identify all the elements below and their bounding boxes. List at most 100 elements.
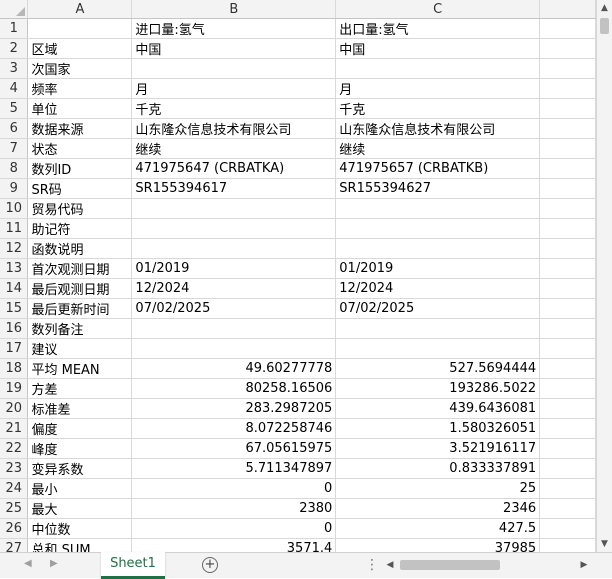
horizontal-scrollbar[interactable]: ◀ ▶ bbox=[383, 557, 591, 573]
add-sheet-button[interactable]: + bbox=[202, 557, 218, 573]
cell-d[interactable] bbox=[539, 58, 596, 79]
row-header[interactable]: 3 bbox=[0, 58, 29, 79]
row-header[interactable]: 21 bbox=[0, 418, 29, 439]
cell-a[interactable]: 首次观测日期 bbox=[27, 258, 133, 279]
column-header-a[interactable]: A bbox=[27, 0, 133, 19]
column-header-empty[interactable] bbox=[539, 0, 596, 19]
cell-d[interactable] bbox=[539, 178, 596, 199]
tab-prev-button[interactable]: ◀ bbox=[24, 558, 32, 569]
cell-c[interactable]: 37985 bbox=[335, 538, 541, 552]
cell-b[interactable]: 千克 bbox=[131, 98, 337, 119]
row-header[interactable]: 20 bbox=[0, 398, 29, 419]
cell-d[interactable] bbox=[539, 258, 596, 279]
row-header[interactable]: 11 bbox=[0, 218, 29, 239]
row-header[interactable]: 1 bbox=[0, 18, 29, 39]
row-header[interactable]: 5 bbox=[0, 98, 29, 119]
cell-c[interactable]: 01/2019 bbox=[335, 258, 541, 279]
cell-b[interactable] bbox=[131, 58, 337, 79]
cell-c[interactable] bbox=[335, 338, 541, 359]
column-header-b[interactable]: B bbox=[131, 0, 337, 19]
cell-b[interactable]: SR155394617 bbox=[131, 178, 337, 199]
cell-c[interactable]: 1.580326051 bbox=[335, 418, 541, 439]
row-header[interactable]: 24 bbox=[0, 478, 29, 499]
row-header[interactable]: 19 bbox=[0, 378, 29, 399]
cell-c[interactable]: 3.521916117 bbox=[335, 438, 541, 459]
row-header[interactable]: 23 bbox=[0, 458, 29, 479]
cell-b[interactable]: 5.711347897 bbox=[131, 458, 337, 479]
scroll-down-button[interactable]: ▼ bbox=[597, 536, 612, 552]
tab-next-button[interactable]: ▶ bbox=[50, 558, 58, 569]
cell-c[interactable]: 12/2024 bbox=[335, 278, 541, 299]
cell-b[interactable]: 进口量:氢气 bbox=[131, 18, 337, 39]
row-header[interactable]: 6 bbox=[0, 118, 29, 139]
row-header[interactable]: 17 bbox=[0, 338, 29, 359]
cell-a[interactable]: 状态 bbox=[27, 138, 133, 159]
cell-b[interactable]: 8.072258746 bbox=[131, 418, 337, 439]
cell-d[interactable] bbox=[539, 278, 596, 299]
cell-a[interactable]: 建议 bbox=[27, 338, 133, 359]
cell-a[interactable]: 单位 bbox=[27, 98, 133, 119]
cell-c[interactable]: 527.5694444 bbox=[335, 358, 541, 379]
cell-c[interactable] bbox=[335, 58, 541, 79]
cell-a[interactable]: 峰度 bbox=[27, 438, 133, 459]
cell-a[interactable]: 频率 bbox=[27, 78, 133, 99]
row-header[interactable]: 2 bbox=[0, 38, 29, 59]
cell-b[interactable]: 0 bbox=[131, 518, 337, 539]
cell-d[interactable] bbox=[539, 38, 596, 59]
cell-d[interactable] bbox=[539, 538, 596, 552]
cell-c[interactable]: 0.833337891 bbox=[335, 458, 541, 479]
row-header[interactable]: 7 bbox=[0, 138, 29, 159]
row-header[interactable]: 4 bbox=[0, 78, 29, 99]
row-header[interactable]: 16 bbox=[0, 318, 29, 339]
cell-c[interactable]: SR155394627 bbox=[335, 178, 541, 199]
cell-a[interactable]: 助记符 bbox=[27, 218, 133, 239]
cell-d[interactable] bbox=[539, 138, 596, 159]
cell-d[interactable] bbox=[539, 478, 596, 499]
cell-b[interactable]: 07/02/2025 bbox=[131, 298, 337, 319]
cell-d[interactable] bbox=[539, 158, 596, 179]
cell-c[interactable]: 千克 bbox=[335, 98, 541, 119]
cell-c[interactable]: 月 bbox=[335, 78, 541, 99]
sheet-tab-sheet1[interactable]: Sheet1 bbox=[101, 552, 165, 579]
cell-c[interactable] bbox=[335, 318, 541, 339]
cell-b[interactable]: 471975647 (CRBATKA) bbox=[131, 158, 337, 179]
cell-a[interactable]: 数列备注 bbox=[27, 318, 133, 339]
vertical-scrollbar[interactable]: ▲ ▼ bbox=[596, 0, 612, 552]
cell-d[interactable] bbox=[539, 18, 596, 39]
cell-c[interactable] bbox=[335, 198, 541, 219]
cell-d[interactable] bbox=[539, 438, 596, 459]
cell-a[interactable]: 中位数 bbox=[27, 518, 133, 539]
cell-c[interactable]: 427.5 bbox=[335, 518, 541, 539]
row-header[interactable]: 18 bbox=[0, 358, 29, 379]
cell-b[interactable]: 0 bbox=[131, 478, 337, 499]
cell-b[interactable]: 12/2024 bbox=[131, 278, 337, 299]
cell-b[interactable]: 80258.16506 bbox=[131, 378, 337, 399]
cell-b[interactable]: 67.05615975 bbox=[131, 438, 337, 459]
cell-c[interactable] bbox=[335, 238, 541, 259]
cell-c[interactable]: 471975657 (CRBATKB) bbox=[335, 158, 541, 179]
cell-b[interactable]: 283.2987205 bbox=[131, 398, 337, 419]
cell-d[interactable] bbox=[539, 338, 596, 359]
cell-c[interactable]: 继续 bbox=[335, 138, 541, 159]
cell-b[interactable] bbox=[131, 218, 337, 239]
cell-b[interactable]: 山东隆众信息技术有限公司 bbox=[131, 118, 337, 139]
cell-d[interactable] bbox=[539, 498, 596, 519]
cell-b[interactable] bbox=[131, 238, 337, 259]
cell-b[interactable]: 3571.4 bbox=[131, 538, 337, 552]
cell-c[interactable]: 07/02/2025 bbox=[335, 298, 541, 319]
cell-a[interactable]: 偏度 bbox=[27, 418, 133, 439]
cell-a[interactable]: 次国家 bbox=[27, 58, 133, 79]
cell-d[interactable] bbox=[539, 378, 596, 399]
cell-d[interactable] bbox=[539, 238, 596, 259]
cell-a[interactable]: SR码 bbox=[27, 178, 133, 199]
cell-d[interactable] bbox=[539, 198, 596, 219]
row-header[interactable]: 26 bbox=[0, 518, 29, 539]
cell-b[interactable]: 49.60277778 bbox=[131, 358, 337, 379]
cell-c[interactable]: 山东隆众信息技术有限公司 bbox=[335, 118, 541, 139]
cell-a[interactable]: 函数说明 bbox=[27, 238, 133, 259]
cell-a[interactable]: 区域 bbox=[27, 38, 133, 59]
cell-a[interactable]: 数列ID bbox=[27, 158, 133, 179]
cell-d[interactable] bbox=[539, 398, 596, 419]
row-header[interactable]: 14 bbox=[0, 278, 29, 299]
row-header[interactable]: 10 bbox=[0, 198, 29, 219]
